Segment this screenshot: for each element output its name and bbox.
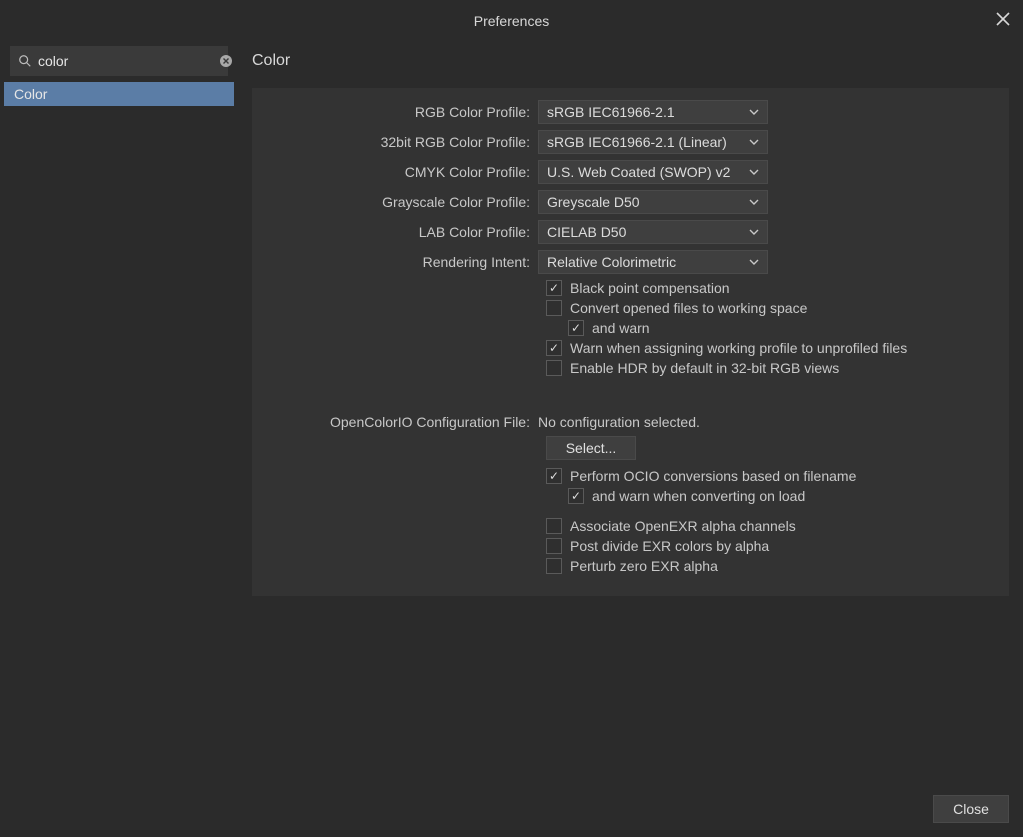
blackpoint-label: Black point compensation: [570, 280, 730, 296]
sidebar-item-color[interactable]: Color: [4, 82, 234, 106]
window-body: Color Color RGB Color Profile: sRGB IEC6…: [0, 42, 1023, 837]
search-input[interactable]: [38, 53, 219, 69]
chevron-down-icon: [749, 164, 759, 180]
gray-profile-label: Grayscale Color Profile:: [266, 194, 538, 210]
rendering-intent-label: Rendering Intent:: [266, 254, 538, 270]
chevron-down-icon: [749, 224, 759, 240]
convert-ws-checkbox[interactable]: [546, 300, 562, 316]
ocio-select-button[interactable]: Select...: [546, 436, 636, 460]
rendering-intent-select[interactable]: Relative Colorimetric: [538, 250, 768, 274]
chevron-down-icon: [749, 104, 759, 120]
convert-ws-warn-label: and warn: [592, 320, 650, 336]
convert-ws-warn-checkbox[interactable]: [568, 320, 584, 336]
lab-profile-select[interactable]: CIELAB D50: [538, 220, 768, 244]
ocio-filename-label: Perform OCIO conversions based on filena…: [570, 468, 856, 484]
color-panel: RGB Color Profile: sRGB IEC61966-2.1 32b…: [252, 88, 1009, 596]
footer: Close: [238, 783, 1023, 837]
exr-post-divide-label: Post divide EXR colors by alpha: [570, 538, 769, 554]
cmyk-profile-label: CMYK Color Profile:: [266, 164, 538, 180]
rgb32-profile-label: 32bit RGB Color Profile:: [266, 134, 538, 150]
blackpoint-checkbox[interactable]: [546, 280, 562, 296]
rgb-profile-select[interactable]: sRGB IEC61966-2.1: [538, 100, 768, 124]
lab-profile-label: LAB Color Profile:: [266, 224, 538, 240]
ocio-filename-checkbox[interactable]: [546, 468, 562, 484]
titlebar: Preferences: [0, 0, 1023, 42]
rgb-profile-label: RGB Color Profile:: [266, 104, 538, 120]
enable-hdr-label: Enable HDR by default in 32-bit RGB view…: [570, 360, 839, 376]
close-icon: [996, 12, 1010, 29]
warn-assign-label: Warn when assigning working profile to u…: [570, 340, 907, 356]
rgb-profile-value: sRGB IEC61966-2.1: [547, 104, 749, 120]
window-close-button[interactable]: [991, 8, 1015, 32]
chevron-down-icon: [749, 134, 759, 150]
sidebar-item-label: Color: [14, 86, 47, 102]
rgb32-profile-select[interactable]: sRGB IEC61966-2.1 (Linear): [538, 130, 768, 154]
chevron-down-icon: [749, 194, 759, 210]
close-button[interactable]: Close: [933, 795, 1009, 823]
exr-alpha-label: Associate OpenEXR alpha channels: [570, 518, 796, 534]
exr-perturb-label: Perturb zero EXR alpha: [570, 558, 718, 574]
cmyk-profile-select[interactable]: U.S. Web Coated (SWOP) v2: [538, 160, 768, 184]
page-title: Color: [238, 42, 1023, 88]
convert-ws-label: Convert opened files to working space: [570, 300, 807, 316]
window-title: Preferences: [474, 13, 549, 29]
preferences-window: Preferences Color Color: [0, 0, 1023, 837]
cmyk-profile-value: U.S. Web Coated (SWOP) v2: [547, 164, 749, 180]
clear-search-icon[interactable]: [219, 54, 233, 68]
rendering-intent-value: Relative Colorimetric: [547, 254, 749, 270]
gray-profile-select[interactable]: Greyscale D50: [538, 190, 768, 214]
gray-profile-value: Greyscale D50: [547, 194, 749, 210]
search-icon: [18, 54, 32, 68]
lab-profile-value: CIELAB D50: [547, 224, 749, 240]
ocio-filename-warn-label: and warn when converting on load: [592, 488, 805, 504]
enable-hdr-checkbox[interactable]: [546, 360, 562, 376]
main-content: Color RGB Color Profile: sRGB IEC61966-2…: [238, 42, 1023, 837]
exr-perturb-checkbox[interactable]: [546, 558, 562, 574]
chevron-down-icon: [749, 254, 759, 270]
ocio-file-value: No configuration selected.: [538, 414, 700, 430]
rgb32-profile-value: sRGB IEC61966-2.1 (Linear): [547, 134, 749, 150]
ocio-file-label: OpenColorIO Configuration File:: [266, 414, 538, 430]
exr-post-divide-checkbox[interactable]: [546, 538, 562, 554]
warn-assign-checkbox[interactable]: [546, 340, 562, 356]
ocio-filename-warn-checkbox[interactable]: [568, 488, 584, 504]
sidebar: Color: [0, 42, 238, 837]
search-field[interactable]: [10, 46, 228, 76]
exr-alpha-checkbox[interactable]: [546, 518, 562, 534]
